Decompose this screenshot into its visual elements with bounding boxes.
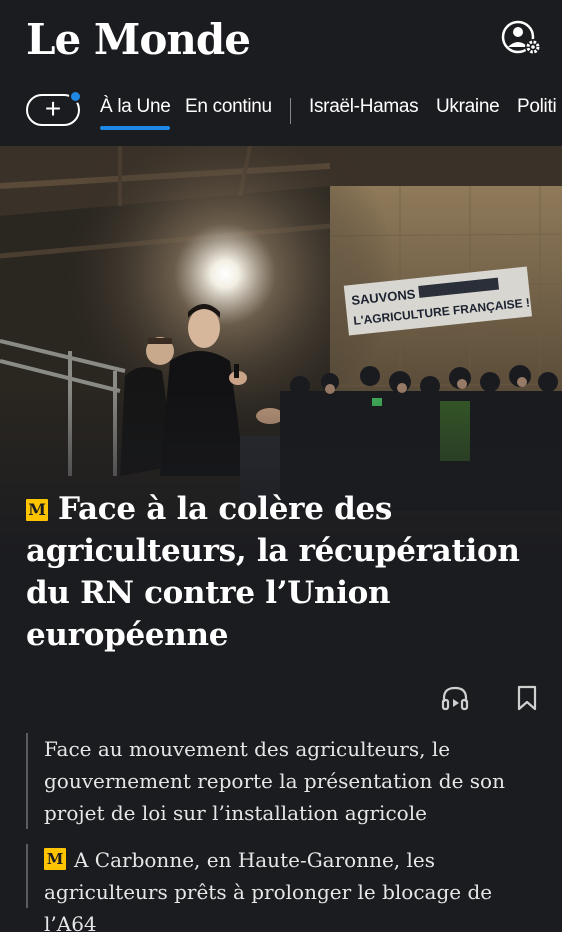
le-monde-logo[interactable]: Le Monde xyxy=(26,14,251,66)
nav-divider xyxy=(290,98,291,124)
plus-icon: + xyxy=(44,93,62,124)
bookmark-icon xyxy=(517,685,537,711)
premium-badge: M xyxy=(44,848,66,870)
related-text: Face au mouvement des agriculteurs, le g… xyxy=(44,737,505,825)
header: Le Monde xyxy=(0,0,562,80)
tab-a-la-une[interactable]: À la Une xyxy=(100,96,171,130)
premium-badge: M xyxy=(26,499,48,521)
related-article-2[interactable]: MA Carbonne, en Haute-Garonne, les agric… xyxy=(26,844,546,932)
related-article-1[interactable]: Face au mouvement des agriculteurs, le g… xyxy=(26,733,546,829)
screen-edge xyxy=(562,0,568,932)
tab-en-continu[interactable]: En continu xyxy=(185,96,272,118)
headline-text: Face à la colère des agriculteurs, la ré… xyxy=(26,491,520,653)
audio-button[interactable] xyxy=(440,684,470,712)
account-settings-icon[interactable] xyxy=(500,20,546,58)
notification-dot xyxy=(69,90,82,103)
headphones-icon xyxy=(441,686,469,711)
tab-israel-hamas[interactable]: Israël-Hamas xyxy=(309,96,419,118)
tab-politique[interactable]: Politi xyxy=(517,96,557,118)
tab-ukraine[interactable]: Ukraine xyxy=(436,96,500,118)
section-nav: + À la Une En continu Israël-Hamas Ukrai… xyxy=(0,86,562,132)
related-text: A Carbonne, en Haute-Garonne, les agricu… xyxy=(44,848,493,932)
app-screen: Le Monde + À la Une En continu Israël-Ha… xyxy=(0,0,562,932)
bookmark-button[interactable] xyxy=(515,684,539,712)
article-headline[interactable]: M Face à la colère des agriculteurs, la r… xyxy=(26,488,546,656)
